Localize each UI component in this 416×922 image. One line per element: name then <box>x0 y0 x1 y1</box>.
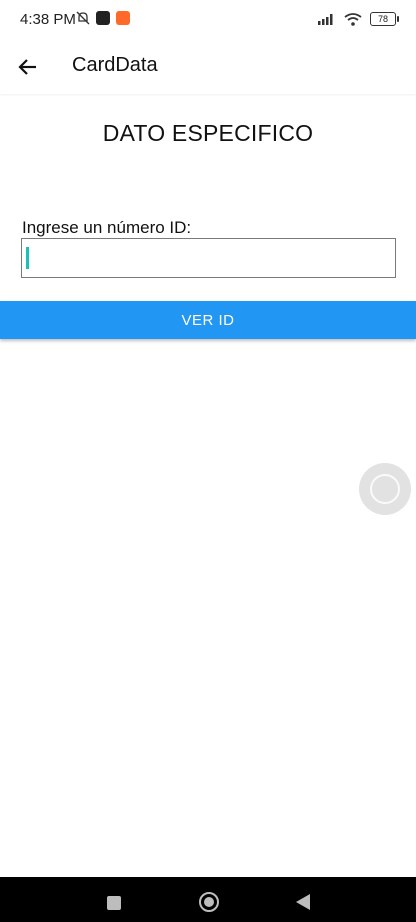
id-input[interactable] <box>21 238 396 278</box>
recording-icon <box>116 11 130 25</box>
back-icon[interactable] <box>296 894 310 910</box>
arrow-left-icon[interactable] <box>14 52 44 82</box>
status-time: 4:38 PM <box>20 11 76 28</box>
battery-icon: 78 <box>370 12 399 26</box>
wifi-icon <box>344 12 362 26</box>
text-caret <box>26 247 29 269</box>
signal-icon <box>318 14 333 25</box>
status-bar: 4:38 PM 78 <box>0 0 416 40</box>
page-heading: DATO ESPECIFICO <box>102 120 314 146</box>
circle-icon <box>370 474 400 504</box>
floating-assistive-button[interactable] <box>359 463 411 515</box>
id-field-label: Ingrese un número ID: <box>22 218 192 237</box>
alarm-off-icon <box>76 11 90 25</box>
app-bar: CardData <box>0 40 416 94</box>
app-notification-icon <box>96 11 110 25</box>
ver-id-button[interactable]: VER ID <box>0 301 416 339</box>
status-notification-icons <box>76 11 130 25</box>
battery-level: 78 <box>377 14 388 24</box>
recents-icon[interactable] <box>107 896 121 910</box>
status-system-icons: 78 <box>318 12 399 26</box>
system-nav-bar <box>0 877 416 922</box>
app-title: CardData <box>72 54 158 76</box>
home-icon[interactable] <box>199 892 219 912</box>
